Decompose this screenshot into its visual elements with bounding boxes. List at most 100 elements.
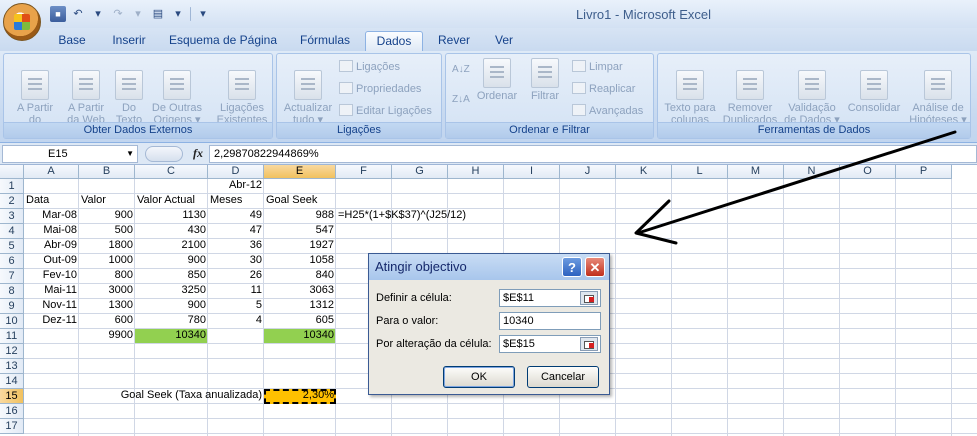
row-header-13[interactable]: 13 <box>0 359 24 374</box>
close-icon[interactable]: ✕ <box>585 257 605 277</box>
row-header-7[interactable]: 7 <box>0 269 24 284</box>
row-header-8[interactable]: 8 <box>0 284 24 299</box>
row-header-10[interactable]: 10 <box>0 314 24 329</box>
cell-a6[interactable]: Out-09 <box>24 253 79 268</box>
row-header-16[interactable]: 16 <box>0 404 24 419</box>
cell-e8[interactable]: 3063 <box>264 283 336 298</box>
tab-esquema-de-pagina[interactable]: Esquema de Página <box>164 31 282 51</box>
column-header-b[interactable]: B <box>79 165 135 179</box>
row-header-2[interactable]: 2 <box>0 194 24 209</box>
row-header-4[interactable]: 4 <box>0 224 24 239</box>
cell-d10[interactable]: 4 <box>208 313 264 328</box>
cell-d8[interactable]: 11 <box>208 283 264 298</box>
changing-cell-field[interactable]: $E$15 <box>499 335 601 353</box>
cell-picker-icon[interactable] <box>580 337 598 351</box>
formula-bar-toggle[interactable] <box>145 146 183 162</box>
column-header-j[interactable]: J <box>560 165 616 179</box>
edit-links-button[interactable]: Editar Ligações <box>339 104 432 117</box>
cell-c10[interactable]: 780 <box>135 313 208 328</box>
cell-c11[interactable]: 10340 <box>135 328 208 343</box>
sort-button[interactable]: Ordenar <box>474 58 520 102</box>
cell-e6[interactable]: 1058 <box>264 253 336 268</box>
filter-button[interactable]: Filtrar <box>524 58 566 102</box>
cell-a2[interactable]: Data <box>24 193 79 208</box>
cell-a10[interactable]: Dez-11 <box>24 313 79 328</box>
column-header-c[interactable]: C <box>135 165 208 179</box>
column-header-k[interactable]: K <box>616 165 672 179</box>
row-header-17[interactable]: 17 <box>0 419 24 434</box>
connections-button[interactable]: Ligações <box>339 60 400 73</box>
cell-e3[interactable]: 988 <box>264 208 336 223</box>
cell-e11[interactable]: 10340 <box>264 328 336 343</box>
cell-c8[interactable]: 3250 <box>135 283 208 298</box>
column-header-f[interactable]: F <box>336 165 392 179</box>
column-header-i[interactable]: I <box>504 165 560 179</box>
cell-e5[interactable]: 1927 <box>264 238 336 253</box>
cell-b5[interactable]: 1800 <box>79 238 135 253</box>
from-web-button[interactable]: A Partir da Web <box>62 58 110 126</box>
set-cell-field[interactable]: $E$11 <box>499 289 601 307</box>
cell-b10[interactable]: 600 <box>79 313 135 328</box>
cell-d7[interactable]: 26 <box>208 268 264 283</box>
column-header-a[interactable]: A <box>24 165 79 179</box>
cell-b9[interactable]: 1300 <box>79 298 135 313</box>
row-header-15[interactable]: 15 <box>0 389 24 404</box>
cell-c3[interactable]: 1130 <box>135 208 208 223</box>
cell-a3[interactable]: Mar-08 <box>24 208 79 223</box>
to-value-field[interactable]: 10340 <box>499 312 601 330</box>
cell-f3[interactable]: =H25*(1+$K$37)^(J25/12) <box>336 208 636 223</box>
row-header-1[interactable]: 1 <box>0 179 24 194</box>
tab-formulas[interactable]: Fórmulas <box>292 31 358 51</box>
cell-b11[interactable]: 9900 <box>79 328 135 343</box>
tab-rever[interactable]: Rever <box>432 31 476 51</box>
cell-d5[interactable]: 36 <box>208 238 264 253</box>
cell-c5[interactable]: 2100 <box>135 238 208 253</box>
cell-e2[interactable]: Goal Seek <box>264 193 336 208</box>
cancel-button[interactable]: Cancelar <box>527 366 599 388</box>
sort-za-button[interactable]: Z↓A <box>452 94 470 105</box>
refresh-all-button[interactable]: Actualizar tudo ▾ <box>281 58 335 126</box>
advanced-filter-button[interactable]: Avançadas <box>572 104 643 117</box>
cell-e10[interactable]: 605 <box>264 313 336 328</box>
cell-e15[interactable]: 2,30% <box>264 388 336 403</box>
properties-button[interactable]: Propriedades <box>339 82 421 95</box>
tab-dados[interactable]: Dados <box>365 31 423 51</box>
cell-d3[interactable]: 49 <box>208 208 264 223</box>
column-header-p[interactable]: P <box>896 165 952 179</box>
cell-a4[interactable]: Mai-08 <box>24 223 79 238</box>
row-header-9[interactable]: 9 <box>0 299 24 314</box>
cell-c4[interactable]: 430 <box>135 223 208 238</box>
cell-c9[interactable]: 900 <box>135 298 208 313</box>
cell-d9[interactable]: 5 <box>208 298 264 313</box>
reapply-button[interactable]: Reaplicar <box>572 82 635 95</box>
cell-b8[interactable]: 3000 <box>79 283 135 298</box>
select-all-corner[interactable] <box>0 165 24 179</box>
cell-b2[interactable]: Valor <box>79 193 135 208</box>
cell-d2[interactable]: Meses <box>208 193 264 208</box>
column-header-m[interactable]: M <box>728 165 784 179</box>
cell-d4[interactable]: 47 <box>208 223 264 238</box>
name-box[interactable]: E15 ▼ <box>2 145 138 163</box>
row-header-11[interactable]: 11 <box>0 329 24 344</box>
tab-ver[interactable]: Ver <box>486 31 522 51</box>
row-header-6[interactable]: 6 <box>0 254 24 269</box>
tab-inserir[interactable]: Inserir <box>104 31 154 51</box>
cell-d6[interactable]: 30 <box>208 253 264 268</box>
what-if-analysis-button[interactable]: Análise de Hipóteses ▾ <box>908 58 968 126</box>
tab-base[interactable]: Base <box>50 31 94 51</box>
column-header-o[interactable]: O <box>840 165 896 179</box>
cell-b4[interactable]: 500 <box>79 223 135 238</box>
cell-a7[interactable]: Fev-10 <box>24 268 79 283</box>
row-header-5[interactable]: 5 <box>0 239 24 254</box>
cell-e9[interactable]: 1312 <box>264 298 336 313</box>
cell-b3[interactable]: 900 <box>79 208 135 223</box>
row-header-14[interactable]: 14 <box>0 374 24 389</box>
row-header-3[interactable]: 3 <box>0 209 24 224</box>
chevron-down-icon[interactable]: ▼ <box>126 146 134 162</box>
cell-c7[interactable]: 850 <box>135 268 208 283</box>
column-header-d[interactable]: D <box>208 165 264 179</box>
ok-button[interactable]: OK <box>443 366 515 388</box>
consolidate-button[interactable]: Consolidar <box>844 58 904 114</box>
column-header-e[interactable]: E <box>264 165 336 179</box>
data-validation-button[interactable]: Validação de Dados ▾ <box>782 58 842 126</box>
